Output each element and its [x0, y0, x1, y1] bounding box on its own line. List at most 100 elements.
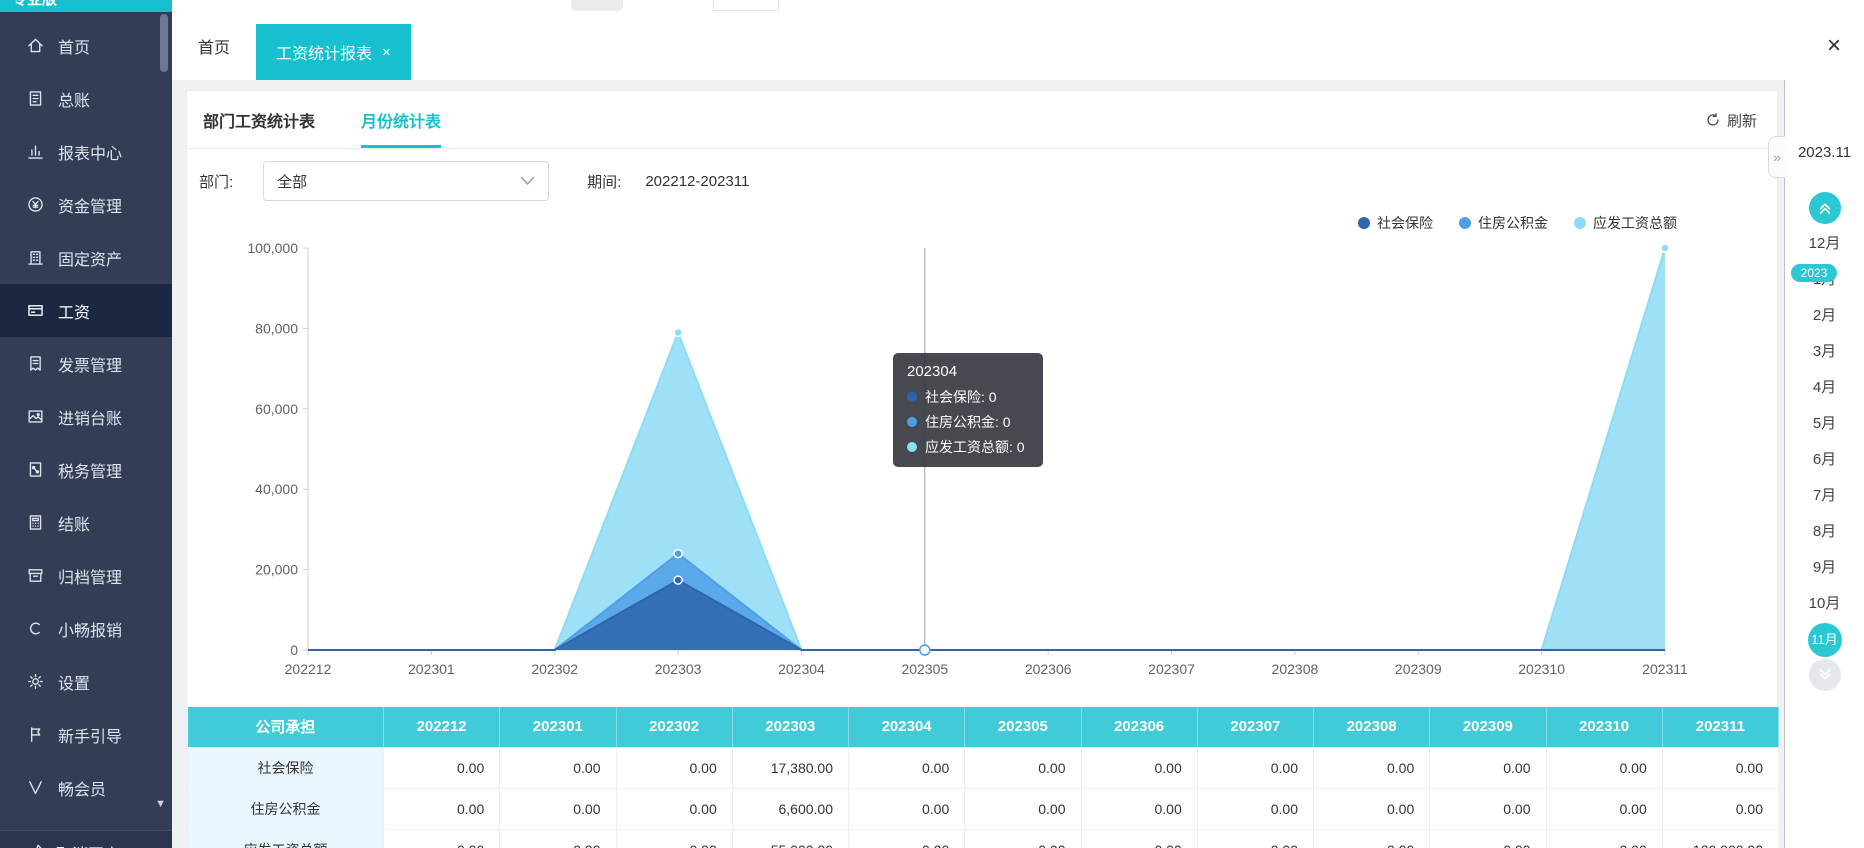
close-icon[interactable]: ×: [1812, 22, 1856, 70]
legend-item[interactable]: 住房公积金: [1459, 213, 1548, 233]
member-icon: [26, 778, 45, 797]
table-row: 住房公积金0.000.000.006,600.000.000.000.000.0…: [188, 788, 1779, 829]
table-row: 社会保险0.000.000.0017,380.000.000.000.000.0…: [188, 747, 1779, 788]
subtab-0[interactable]: 部门工资统计表: [203, 91, 315, 148]
department-value: 全部: [277, 171, 307, 192]
purchase-icon: [26, 407, 45, 426]
double-chevron-down-icon: [1815, 665, 1835, 685]
sidebar-item-member[interactable]: 畅会员: [0, 761, 172, 814]
table-cell: 0.00: [1314, 788, 1430, 829]
unpin-label: 取消固定: [56, 841, 120, 848]
tooltip-row-text: 住房公积金: 0: [925, 412, 1011, 432]
timeline-month-6[interactable]: 6月: [1785, 442, 1864, 478]
table-header-cell: 202310: [1546, 707, 1662, 747]
chevron-down-icon: [520, 176, 535, 186]
table-cell: 0.00: [616, 788, 732, 829]
table-header-cell: 202301: [500, 707, 616, 747]
edition-label: 专业版: [0, 0, 172, 12]
timeline-month-11[interactable]: 11月: [1808, 623, 1842, 657]
sidebar-item-label: 结账: [58, 511, 90, 535]
svg-text:202309: 202309: [1395, 661, 1442, 677]
legend-item[interactable]: 应发工资总额: [1574, 213, 1677, 233]
area-series-0: [308, 580, 1665, 650]
report-subtabs: 部门工资统计表月份统计表: [187, 91, 1777, 149]
sidebar-item-home[interactable]: 首页: [0, 19, 172, 72]
sidebar-item-ledger[interactable]: 总账: [0, 72, 172, 125]
sidebar-item-invoice[interactable]: 发票管理: [0, 337, 172, 390]
tab-close-icon[interactable]: ×: [382, 44, 391, 61]
chart-legend: 社会保险 住房公积金 应发工资总额: [1358, 213, 1677, 233]
sidebar-item-closing[interactable]: 结账: [0, 496, 172, 549]
salary-table: 公司承担202212202301202302202303202304202305…: [187, 707, 1779, 848]
current-period-label: 2023.11: [1785, 144, 1864, 161]
legend-item[interactable]: 社会保险: [1358, 213, 1433, 233]
assets-icon: [26, 248, 45, 267]
timeline-month-5[interactable]: 5月: [1785, 406, 1864, 442]
sidebar-item-tax[interactable]: 税务管理: [0, 443, 172, 496]
tab-label: 首页: [198, 34, 230, 58]
sidebar-item-settings[interactable]: 设置: [0, 655, 172, 708]
svg-text:40,000: 40,000: [255, 481, 298, 497]
table-cell: 0.00: [965, 788, 1081, 829]
collapse-panel-icon[interactable]: »: [1768, 136, 1785, 178]
tab-home[interactable]: 首页: [172, 12, 256, 80]
tooltip-dot-icon: [907, 417, 917, 427]
scroll-months-down-button[interactable]: [1809, 659, 1841, 691]
sidebar-item-reimburse[interactable]: 小畅报销: [0, 602, 172, 655]
tab-bar: 首页 工资统计报表 ×: [172, 12, 1864, 80]
sidebar-item-label: 总账: [58, 87, 90, 111]
timeline-month-7[interactable]: 7月: [1785, 478, 1864, 514]
tax-icon: [26, 460, 45, 479]
svg-text:202212: 202212: [285, 661, 332, 677]
tab-salary-report[interactable]: 工资统计报表 ×: [256, 24, 411, 80]
legend-dot-icon: [1358, 217, 1370, 229]
table-cell: 0.00: [384, 788, 500, 829]
sidebar-item-funds[interactable]: 资金管理: [0, 178, 172, 231]
table-row-label: 社会保险: [188, 747, 384, 788]
report-icon: [26, 142, 45, 161]
sidebar-item-label: 报表中心: [58, 140, 122, 164]
timeline-month-10[interactable]: 10月: [1785, 586, 1864, 622]
cutoff-button-fragment[interactable]: [571, 0, 623, 11]
svg-text:202307: 202307: [1148, 661, 1195, 677]
svg-text:202303: 202303: [655, 661, 702, 677]
timeline-month-4[interactable]: 4月: [1785, 370, 1864, 406]
refresh-label: 刷新: [1727, 110, 1757, 131]
sidebar-scrollbar-thumb[interactable]: [160, 14, 168, 72]
table-cell: 0.00: [1081, 788, 1197, 829]
tooltip-dot-icon: [907, 442, 917, 452]
guide-icon: [26, 725, 45, 744]
timeline-month-8[interactable]: 8月: [1785, 514, 1864, 550]
sidebar-item-purchase[interactable]: 进销台账: [0, 390, 172, 443]
closing-icon: [26, 513, 45, 532]
table-header-row: 公司承担202212202301202302202303202304202305…: [188, 707, 1779, 747]
timeline-month-9[interactable]: 9月: [1785, 550, 1864, 586]
sidebar-item-assets[interactable]: 固定资产: [0, 231, 172, 284]
sidebar-item-archive[interactable]: 归档管理: [0, 549, 172, 602]
scroll-down-icon[interactable]: ▼: [155, 798, 166, 810]
tooltip-row: 社会保险: 0: [907, 387, 1029, 407]
legend-dot-icon: [1574, 217, 1586, 229]
sidebar-item-report[interactable]: 报表中心: [0, 125, 172, 178]
timeline-month-2[interactable]: 2月: [1785, 298, 1864, 334]
table-cell: 0.00: [616, 747, 732, 788]
timeline-month-3[interactable]: 3月: [1785, 334, 1864, 370]
line-series-0: [308, 580, 1665, 650]
table-cell: 0.00: [965, 747, 1081, 788]
refresh-button[interactable]: 刷新: [1705, 91, 1757, 149]
timeline-month-12[interactable]: 12月: [1785, 226, 1864, 262]
subtab-1[interactable]: 月份统计表: [361, 91, 441, 148]
table-header-cell: 202311: [1662, 707, 1778, 747]
salary-report-card: 部门工资统计表月份统计表 刷新 部门: 全部 期间: 202212-202311…: [186, 90, 1778, 848]
tab-label: 工资统计报表: [276, 40, 372, 64]
sidebar-item-label: 进销台账: [58, 405, 122, 429]
sidebar-item-salary[interactable]: 工资: [0, 284, 172, 337]
sidebar-item-guide[interactable]: 新手引导: [0, 708, 172, 761]
scroll-months-up-button[interactable]: [1809, 192, 1841, 224]
unpin-sidebar-button[interactable]: 取消固定: [0, 830, 172, 848]
cutoff-select-fragment[interactable]: [713, 0, 779, 11]
line-series-1: [308, 554, 1665, 650]
department-dropdown[interactable]: 全部: [263, 161, 549, 201]
tooltip-row-text: 社会保险: 0: [925, 387, 997, 407]
table-cell: 0.00: [1197, 788, 1313, 829]
